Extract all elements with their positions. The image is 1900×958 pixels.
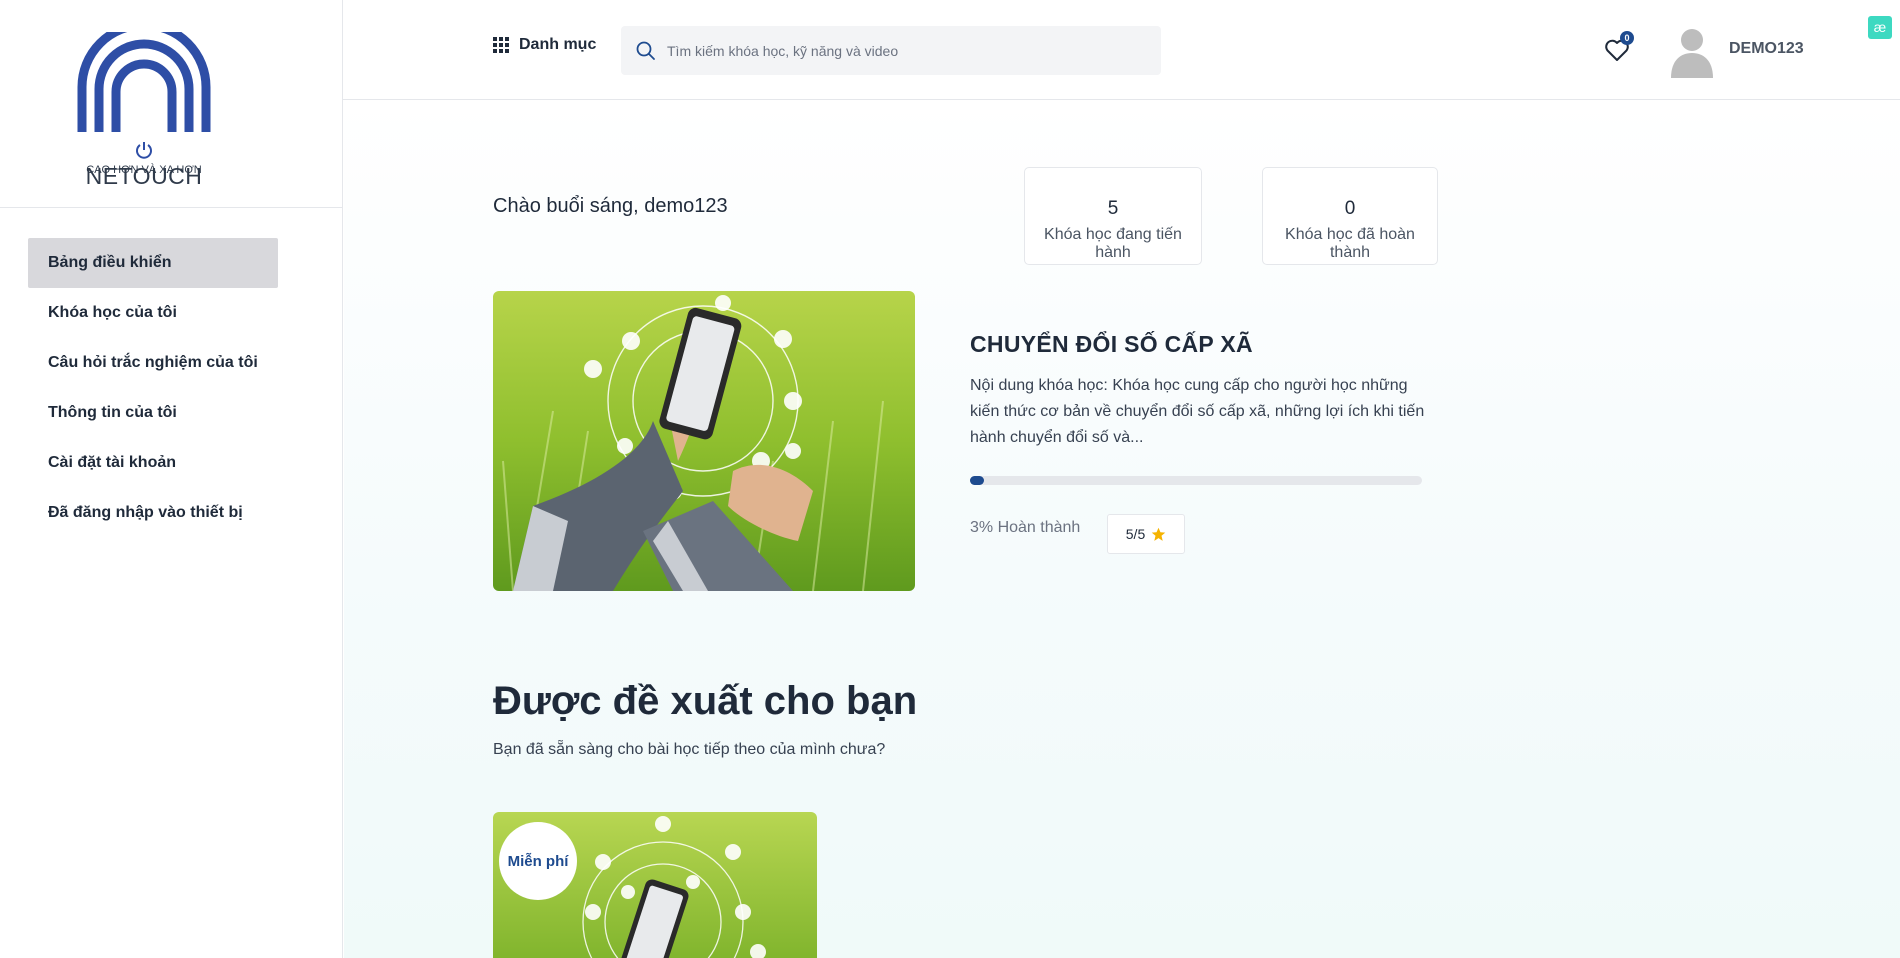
sidebar-menu: Bảng điều khiển Khóa học của tôi Câu hỏi… <box>28 238 278 538</box>
sidebar-item-my-quizzes[interactable]: Câu hỏi trắc nghiệm của tôi <box>28 338 278 388</box>
logo-area: NETOUCH CAO HƠN VÀ XA HƠN <box>0 0 342 208</box>
extension-icon[interactable]: æ <box>1868 16 1892 39</box>
search-input[interactable] <box>667 42 1147 59</box>
course-thumbnail[interactable] <box>493 291 915 591</box>
sidebar-item-my-courses[interactable]: Khóa học của tôi <box>28 288 278 338</box>
sidebar-item-dashboard[interactable]: Bảng điều khiển <box>28 238 278 288</box>
recommended-course-card[interactable]: Miễn phí <box>493 812 817 958</box>
recommendations-subtitle: Bạn đã sẵn sàng cho bài học tiếp theo củ… <box>493 741 886 758</box>
stat-label: Khóa học đã hoàn thành <box>1285 226 1415 261</box>
course-progress-bar <box>970 476 1422 485</box>
course-title[interactable]: CHUYỂN ĐỔI SỐ CẤP XÃ <box>970 331 1253 358</box>
search-icon <box>635 40 657 62</box>
power-icon <box>135 138 153 159</box>
wishlist-button[interactable]: 0 <box>1603 31 1634 64</box>
category-label: Danh mục <box>519 36 597 53</box>
search-bar[interactable] <box>621 26 1161 75</box>
logo-arches-icon <box>77 20 211 132</box>
recommendations-title: Được đề xuất cho bạn <box>493 679 918 723</box>
stat-value: 0 <box>1344 198 1356 219</box>
stat-card-in-progress: 5 Khóa học đang tiến hành <box>1024 167 1202 265</box>
rating-value: 5/5 <box>1125 526 1146 542</box>
star-icon <box>1151 527 1166 541</box>
main-content: Chào buổi sáng, demo123 5 Khóa học đang … <box>344 101 1900 958</box>
progress-text: 3% Hoàn thành <box>970 519 1081 536</box>
user-silhouette-icon <box>1671 29 1713 78</box>
wishlist-count-badge: 0 <box>1620 31 1634 45</box>
grid-icon <box>493 37 509 53</box>
sidebar: NETOUCH CAO HƠN VÀ XA HƠN Bảng điều khiể… <box>0 0 343 958</box>
course-rating: 5/5 <box>1107 514 1185 554</box>
free-badge: Miễn phí <box>499 822 577 900</box>
sidebar-item-my-info[interactable]: Thông tin của tôi <box>28 388 278 438</box>
top-header: Danh mục 0 DEMO123 æ <box>343 0 1900 100</box>
stat-card-completed: 0 Khóa học đã hoàn thành <box>1262 167 1438 265</box>
logo-text: NETOUCH <box>77 136 211 190</box>
category-button[interactable]: Danh mục <box>493 36 596 54</box>
stat-label: Khóa học đang tiến hành <box>1044 226 1182 261</box>
stat-value: 5 <box>1107 198 1119 219</box>
sidebar-item-logged-devices[interactable]: Đã đăng nhập vào thiết bị <box>28 488 278 538</box>
onetouch-logo[interactable]: NETOUCH CAO HƠN VÀ XA HƠN <box>77 20 211 189</box>
course-description: Nội dung khóa học: Khóa học cung cấp cho… <box>970 377 1425 446</box>
progress-fill <box>970 476 984 485</box>
smart-farming-image <box>493 291 915 591</box>
username[interactable]: DEMO123 <box>1729 40 1804 58</box>
sidebar-item-account-settings[interactable]: Cài đặt tài khoản <box>28 438 278 488</box>
avatar[interactable] <box>1667 22 1717 78</box>
logo-tagline: CAO HƠN VÀ XA HƠN <box>86 164 202 176</box>
greeting-text: Chào buổi sáng, demo123 <box>493 195 728 217</box>
